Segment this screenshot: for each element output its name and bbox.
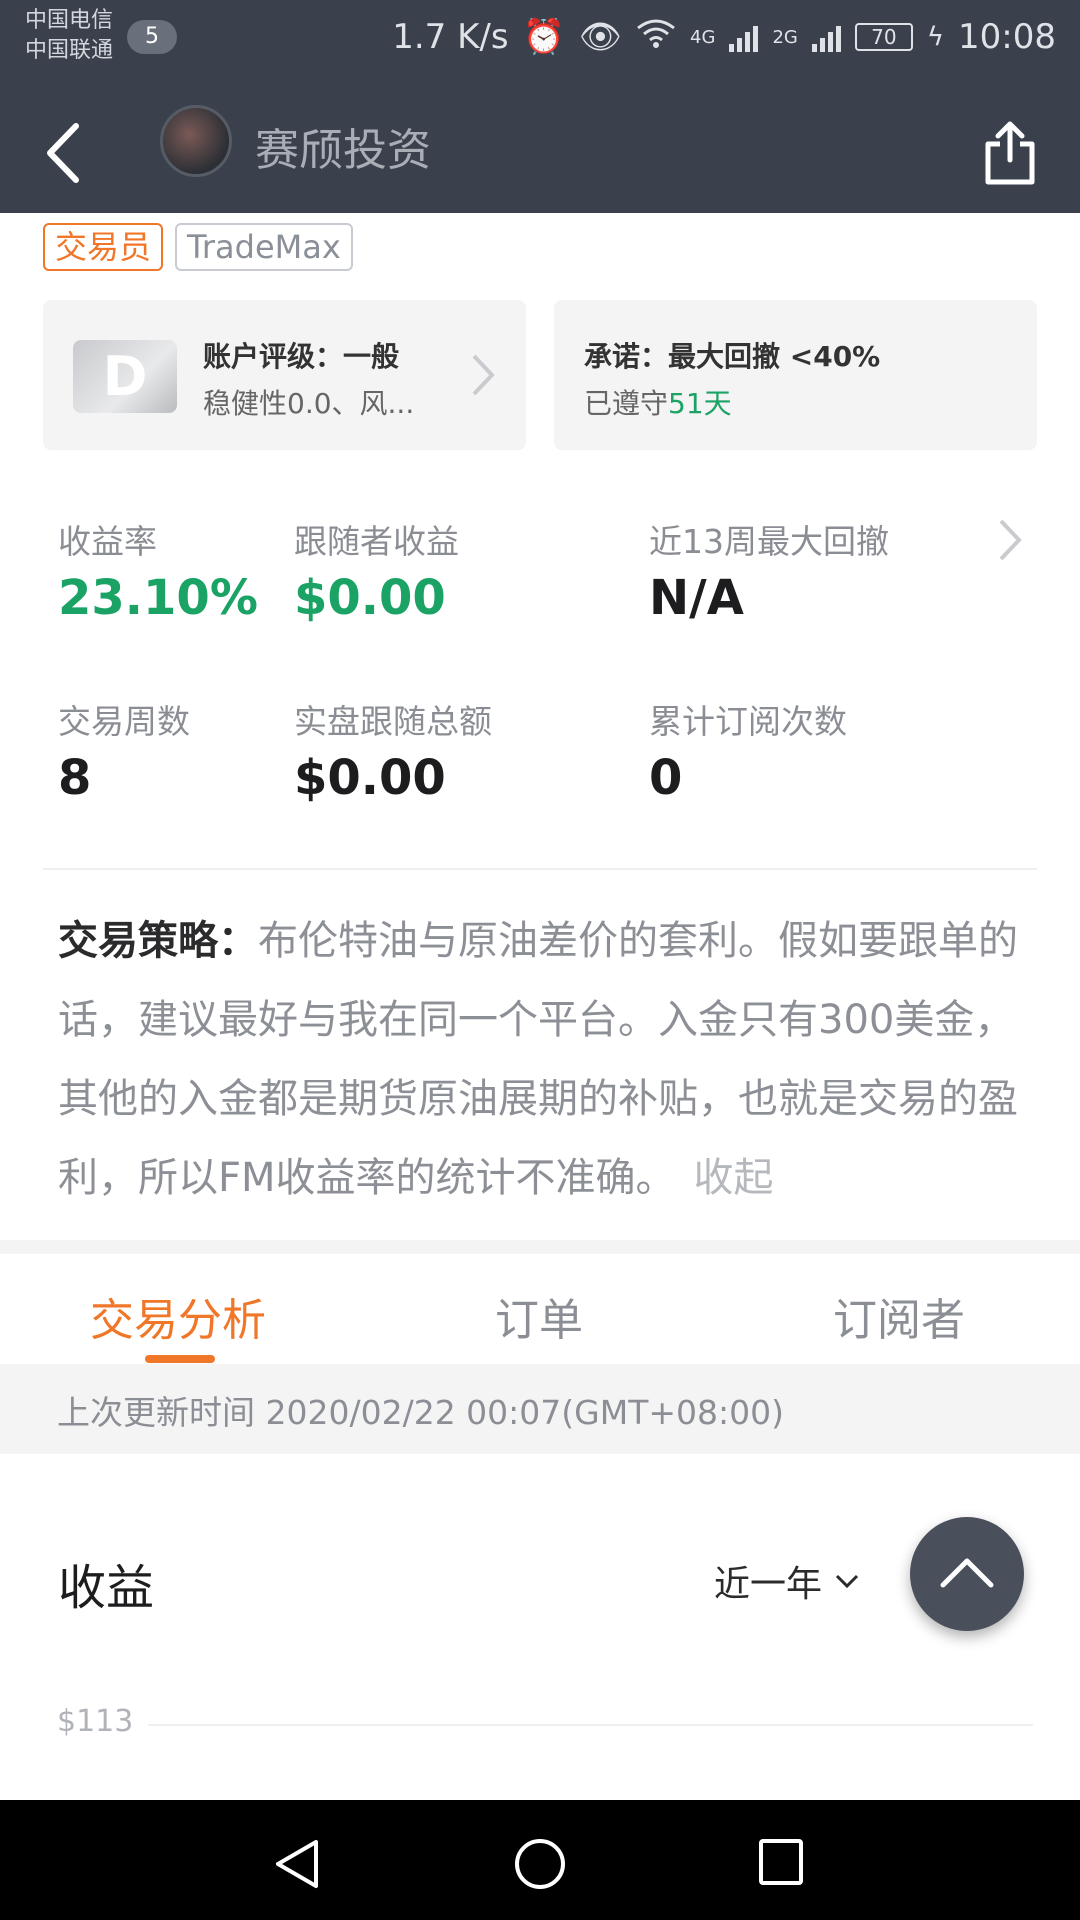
stat-value-max-drawdown: N/A [649, 570, 744, 626]
stat-label-follower-profit: 跟随者收益 [294, 522, 459, 561]
chevron-up-icon [940, 1558, 994, 1588]
wifi-icon [636, 17, 676, 57]
nav-recents-button[interactable] [758, 1838, 804, 1890]
section-gap [0, 1240, 1080, 1254]
avatar[interactable] [160, 105, 232, 177]
range-value: 近一年 [714, 1564, 823, 1605]
chevron-down-icon [835, 1574, 859, 1589]
stat-value-follow-total: $0.00 [294, 750, 446, 806]
clock: 10:08 [958, 17, 1056, 57]
network-speed: 1.7 K/s [392, 17, 509, 57]
stat-label-follow-total: 实盘跟随总额 [294, 702, 492, 741]
commitment-prefix: 已遵守 [584, 387, 669, 420]
profit-title: 收益 [58, 1560, 155, 1616]
update-bar: 上次更新时间 2020/02/22 00:07(GMT+08:00) [0, 1364, 1080, 1454]
divider [43, 868, 1037, 870]
platform-tag: TradeMax [175, 223, 353, 271]
commitment-card: 承诺：最大回撤 <40% 已遵守51天 [554, 300, 1037, 450]
tab-subscribers[interactable]: 订阅者 [833, 1284, 965, 1348]
chevron-right-icon [472, 354, 495, 396]
back-arrow-icon [47, 123, 79, 183]
network-type-1: 4G [690, 26, 716, 48]
strategy-label: 交易策略： [58, 918, 258, 964]
commitment-title: 承诺：最大回撤 <40% [584, 340, 881, 373]
rating-subtitle: 稳健性0.0、风... [203, 387, 415, 420]
stat-value-follower-profit: $0.00 [294, 570, 446, 626]
signal-icon-2 [811, 22, 841, 52]
eye-icon: 👁 [578, 17, 623, 57]
rating-title: 账户评级：一般 [203, 340, 400, 373]
last-update-text: 上次更新时间 2020/02/22 00:07(GMT+08:00) [57, 1393, 784, 1432]
scroll-to-top-button[interactable] [910, 1517, 1024, 1631]
signal-icon-1 [729, 22, 759, 52]
account-rating-card[interactable]: D 账户评级：一般 稳健性0.0、风... [43, 300, 526, 450]
share-icon [985, 121, 1035, 185]
collapse-link[interactable]: 收起 [694, 1155, 774, 1201]
trader-tags: 交易员 TradeMax [43, 223, 353, 271]
status-bar: 中国电信 中国联通 5 1.7 K/s ⏰ 👁 4G 2G 70 ϟ 10:08 [0, 0, 1080, 80]
chevron-right-icon[interactable] [995, 515, 1025, 565]
battery-icon: 70 [854, 23, 913, 51]
rating-badge: D [73, 340, 177, 413]
active-tab-indicator [145, 1355, 215, 1363]
network-type-2: 2G [772, 26, 798, 48]
tab-orders[interactable]: 订单 [495, 1284, 583, 1348]
stat-value-return: 23.10% [58, 570, 258, 626]
share-button[interactable] [980, 118, 1040, 188]
status-icons: 1.7 K/s ⏰ 👁 4G 2G 70 ϟ 10:08 [392, 12, 1056, 62]
range-dropdown[interactable]: 近一年 [714, 1555, 860, 1607]
stat-value-trade-weeks: 8 [58, 750, 92, 806]
stat-label-return: 收益率 [58, 522, 157, 561]
tab-bar: 交易分析 订单 订阅者 [0, 1254, 1080, 1364]
carrier-info: 中国电信 中国联通 [25, 6, 113, 66]
nav-back-button[interactable] [272, 1838, 322, 1894]
carrier-2: 中国联通 [25, 38, 114, 63]
chart-grid-line [148, 1724, 1033, 1726]
circle-home-icon [515, 1839, 565, 1889]
chart-y-label: $113 [57, 1704, 134, 1739]
strategy-text: 交易策略：布伦特油与原油差价的套利。假如要跟单的话，建议最好与我在同一个平台。入… [58, 902, 1028, 1218]
stat-label-max-drawdown: 近13周最大回撤 [649, 522, 889, 561]
triangle-back-icon [276, 1840, 318, 1888]
app-header: 中国电信 中国联通 5 1.7 K/s ⏰ 👁 4G 2G 70 ϟ 10:08… [0, 0, 1080, 213]
commitment-subtitle: 已遵守51天 [584, 382, 732, 422]
tab-trade-analysis[interactable]: 交易分析 [90, 1284, 266, 1348]
trader-tag: 交易员 [43, 223, 164, 271]
back-button[interactable] [40, 118, 90, 188]
nav-bar: 赛颀投资 [0, 100, 1080, 213]
stat-value-subscriptions: 0 [649, 750, 683, 806]
system-nav-bar [0, 1800, 1080, 1920]
nav-home-button[interactable] [514, 1838, 566, 1894]
stat-label-subscriptions: 累计订阅次数 [649, 702, 847, 741]
charging-icon: ϟ [926, 22, 945, 52]
notification-badge: 5 [127, 20, 177, 54]
carrier-1: 中国电信 [25, 8, 114, 33]
square-recents-icon [759, 1839, 803, 1885]
stat-label-trade-weeks: 交易周数 [58, 702, 190, 741]
page-title: 赛颀投资 [255, 125, 431, 176]
alarm-icon: ⏰ [522, 17, 565, 57]
commitment-days: 51天 [668, 387, 732, 420]
